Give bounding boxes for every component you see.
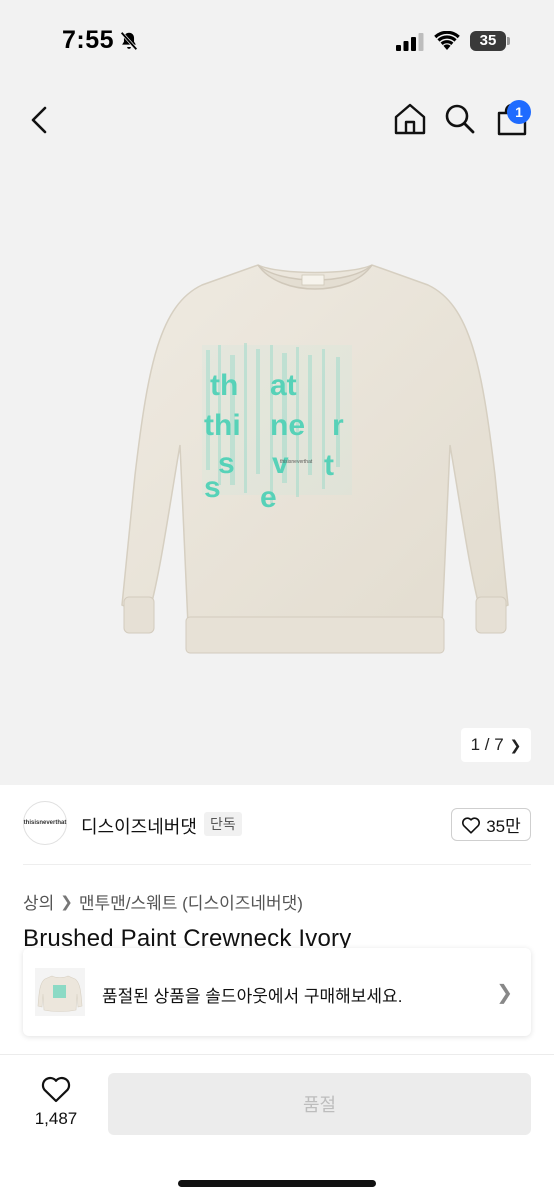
bell-off-icon (120, 31, 138, 51)
cart-count-badge: 1 (507, 100, 531, 124)
breadcrumb: 상의 ❯ 맨투맨/스웨트 (디스이즈네버댓) (23, 889, 303, 914)
battery-level: 35 (479, 32, 497, 49)
chevron-right-icon: ❯ (509, 736, 522, 753)
home-indicator[interactable] (178, 1180, 376, 1187)
gallery-pager[interactable]: 1 / 7 ❯ (461, 728, 531, 762)
svg-text:r: r (332, 409, 344, 442)
home-icon[interactable] (393, 102, 427, 136)
soldout-promo-banner[interactable]: 품절된 상품을 솔드아웃에서 구매해보세요. ❯ (23, 948, 531, 1036)
brand-logo-text: thisisneverthat (23, 820, 67, 826)
svg-text:thisisneverthat: thisisneverthat (280, 459, 313, 465)
wishlist-count: 1,487 (34, 1109, 78, 1128)
divider (23, 864, 531, 865)
chevron-right-icon: ❯ (60, 893, 73, 911)
brand-name[interactable]: 디스이즈네버댓 (81, 813, 197, 839)
svg-text:thi: thi (204, 409, 241, 442)
brand-logo[interactable]: thisisneverthat (23, 801, 67, 845)
sweatshirt-photo: th at thi ne r svt se thisisneverthat (121, 264, 509, 654)
cellular-signal-icon (396, 33, 424, 51)
svg-text:at: at (270, 369, 297, 402)
brand-like-button[interactable]: 35만 (451, 808, 531, 841)
soldout-banner-text: 품절된 상품을 솔드아웃에서 구매해보세요. (102, 987, 403, 1006)
svg-text:th: th (210, 369, 238, 402)
back-icon[interactable] (24, 100, 56, 140)
bottom-bar-divider (0, 1054, 554, 1055)
svg-text:ne: ne (270, 409, 305, 442)
battery-cap (507, 37, 510, 45)
brand-like-count: 35만 (486, 817, 521, 836)
svg-text:t: t (324, 449, 334, 482)
heart-icon (462, 816, 481, 834)
pager-text: 1 / 7 (470, 735, 504, 754)
chevron-right-icon: ❯ (496, 982, 513, 1004)
search-icon[interactable] (444, 103, 476, 135)
status-time: 7:55 (62, 26, 115, 54)
product-thumbnail (35, 968, 85, 1016)
svg-text:s: s (204, 471, 221, 504)
wishlist-heart-icon[interactable] (40, 1075, 72, 1103)
battery-indicator: 35 (470, 31, 506, 51)
wifi-icon (434, 31, 460, 50)
breadcrumb-subcategory[interactable]: 맨투맨/스웨트 (디스이즈네버댓) (79, 889, 303, 914)
svg-text:e: e (260, 481, 277, 514)
status-bar: 7:55 35 (0, 0, 554, 80)
exclusive-tag: 단독 (204, 812, 242, 836)
soldout-button[interactable]: 품절 (108, 1073, 531, 1135)
product-title: Brushed Paint Crewneck Ivory (23, 925, 352, 949)
breadcrumb-category[interactable]: 상의 (23, 889, 54, 914)
